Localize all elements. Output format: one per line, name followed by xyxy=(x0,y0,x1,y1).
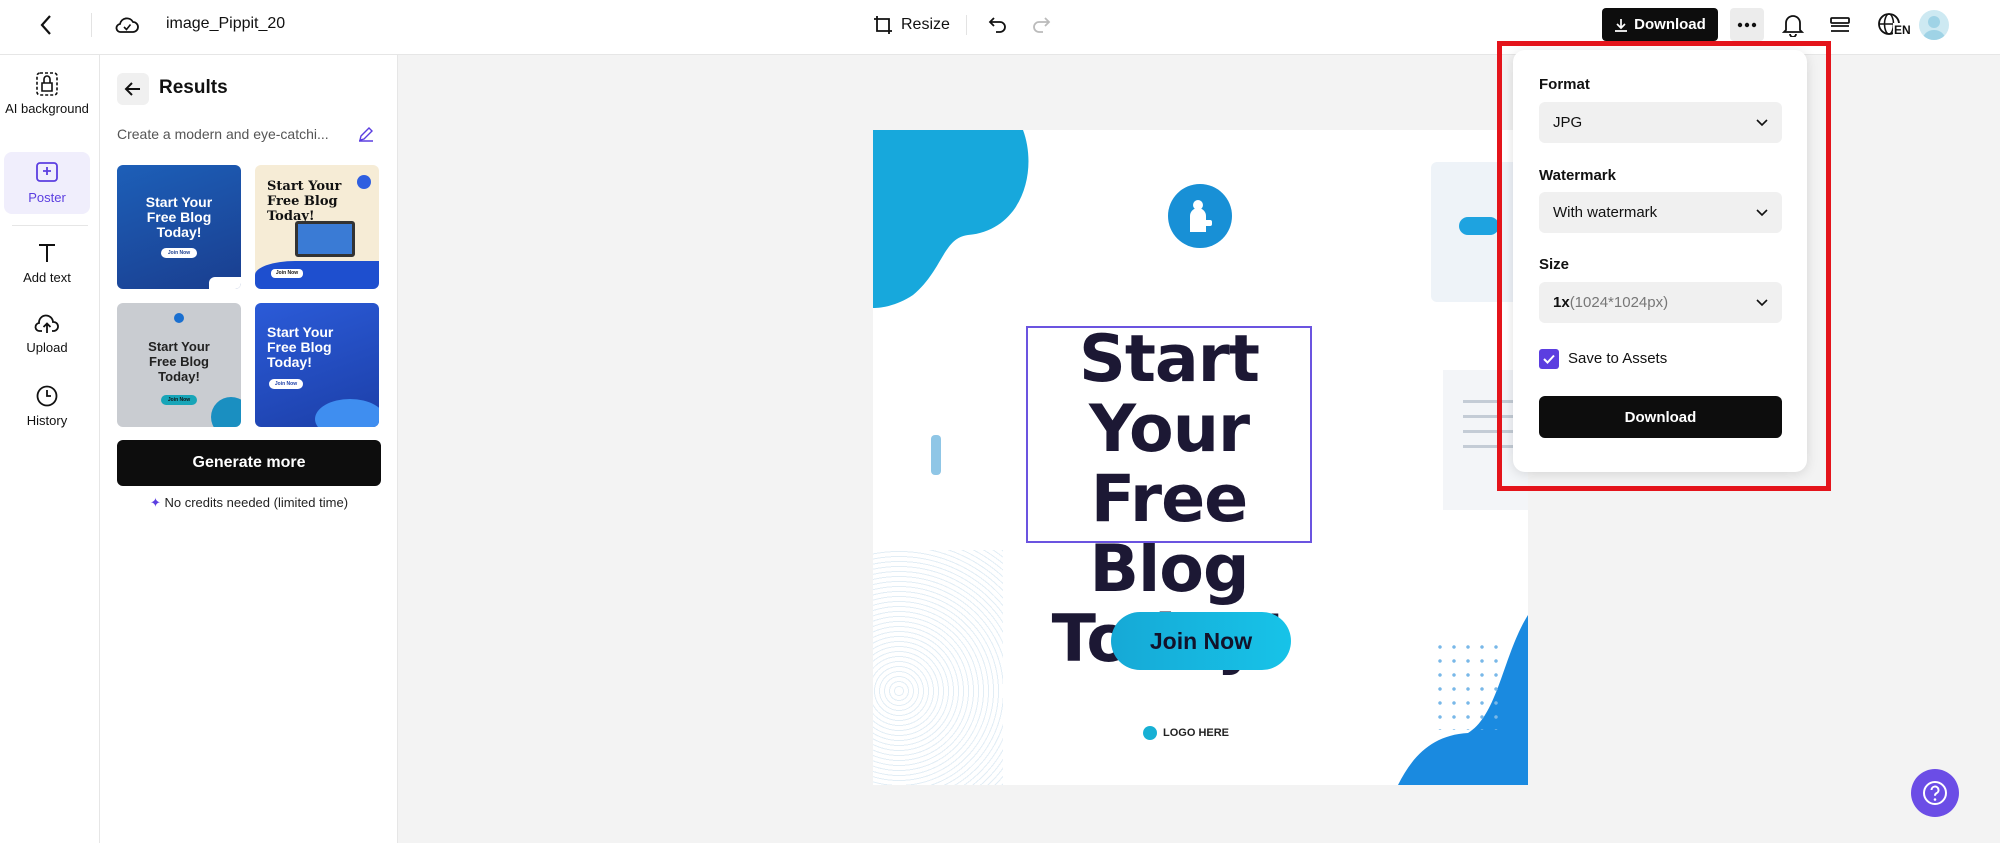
help-button[interactable] xyxy=(1911,769,1959,817)
rail-label: Poster xyxy=(28,190,66,205)
annotation-highlight-box xyxy=(1497,41,1831,491)
poster-canvas[interactable]: Start Your Free Blog Today! Join Now LOG… xyxy=(873,130,1528,785)
selection-box[interactable] xyxy=(1026,326,1312,543)
resize-label: Resize xyxy=(901,16,950,33)
redo-icon[interactable] xyxy=(1029,13,1053,37)
prompt-text[interactable]: Create a modern and eye-catchi... xyxy=(117,126,347,142)
download-top-label: Download xyxy=(1634,16,1706,33)
results-back-button[interactable] xyxy=(117,73,149,105)
rail-item-ai-background[interactable]: AI background xyxy=(4,71,90,131)
thumb-corner-decoration xyxy=(209,277,241,289)
rail-label: History xyxy=(26,413,68,428)
clock-icon xyxy=(36,385,58,407)
generate-more-button[interactable]: Generate more xyxy=(117,440,381,486)
arrow-left-icon xyxy=(124,82,140,96)
cloud-sync-icon[interactable] xyxy=(113,13,141,37)
poster-icon xyxy=(36,162,58,182)
rail-label: Upload xyxy=(26,340,68,355)
results-title: Results xyxy=(159,77,228,98)
result-thumbnail-1[interactable]: Start Your Free Blog Today! Join Now xyxy=(117,165,241,289)
text-icon xyxy=(39,244,55,262)
thumb-title: Start Your Free Blog Today! xyxy=(267,324,334,370)
credits-text: No credits needed (limited time) xyxy=(164,495,349,510)
thumb-blob xyxy=(315,399,379,427)
poster-blob-top-left xyxy=(873,130,1029,308)
thumb-cta: Join Now xyxy=(161,395,197,405)
rail-item-upload[interactable]: Upload xyxy=(4,313,90,363)
person-icon xyxy=(1190,200,1212,232)
thumb-laptop-illustration xyxy=(295,221,355,257)
poster-logo[interactable]: LOGO HERE xyxy=(1143,726,1229,740)
sparkle-icon: ✦ xyxy=(149,495,161,510)
logo-circle-icon xyxy=(1143,726,1157,740)
more-dots-icon xyxy=(1737,22,1757,27)
thumb-title: Start Your Free Blog Today! xyxy=(267,179,342,224)
illustration-cloud xyxy=(1459,217,1499,235)
result-thumbnail-3[interactable]: Start Your Free Blog Today! Join Now xyxy=(117,303,241,427)
left-rail: AI background Poster Add text Upload His… xyxy=(0,55,100,843)
thumb-badge-icon xyxy=(357,175,371,189)
help-question-icon xyxy=(1923,781,1947,805)
topbar-divider xyxy=(91,13,92,37)
thumb-badge-icon xyxy=(174,313,184,323)
thumb-blob xyxy=(211,397,241,427)
undo-icon[interactable] xyxy=(986,13,1010,37)
ai-background-icon xyxy=(36,72,58,96)
thumb-cta: Join Now xyxy=(271,269,303,278)
language-code: EN xyxy=(1893,23,1912,37)
notification-bell-icon[interactable] xyxy=(1780,11,1806,39)
topbar-divider xyxy=(966,15,967,35)
result-thumbnail-4[interactable]: Start Your Free Blog Today! Join Now xyxy=(255,303,379,427)
resize-button[interactable]: Resize xyxy=(873,12,950,38)
poster-dot-grid xyxy=(1433,640,1503,730)
poster-join-button[interactable]: Join Now xyxy=(1111,612,1291,670)
resize-icon xyxy=(874,16,892,34)
rail-label: AI background xyxy=(5,101,89,116)
avatar[interactable] xyxy=(1919,10,1949,40)
rail-label: Add text xyxy=(23,270,71,285)
thumb-cta: Join Now xyxy=(269,379,303,389)
rail-item-history[interactable]: History xyxy=(4,384,90,434)
thumb-title: Start Your Free Blog Today! xyxy=(145,194,213,240)
language-globe-icon[interactable]: EN xyxy=(1872,10,1912,40)
thumb-cta: Join Now xyxy=(161,248,197,258)
edit-pencil-icon[interactable] xyxy=(358,126,374,147)
back-chevron-icon[interactable] xyxy=(34,12,58,38)
result-thumbnail-2[interactable]: Start Your Free Blog Today! Join Now xyxy=(255,165,379,289)
thumb-title: Start Your Free Blog Today! xyxy=(148,339,210,384)
download-button-top[interactable]: Download xyxy=(1602,8,1718,41)
stack-layers-icon[interactable] xyxy=(1827,12,1853,38)
rail-divider xyxy=(12,225,88,226)
download-icon xyxy=(1615,18,1628,32)
logo-text: LOGO HERE xyxy=(1163,727,1230,739)
rail-item-add-text[interactable]: Add text xyxy=(4,242,90,292)
illustration-figure xyxy=(931,435,941,475)
poster-line-pattern xyxy=(873,550,1003,785)
results-panel: Results Create a modern and eye-catchi..… xyxy=(100,55,398,843)
poster-person-illustration xyxy=(903,420,983,490)
upload-cloud-icon xyxy=(34,314,59,333)
more-options-button[interactable] xyxy=(1730,8,1764,41)
rail-item-poster[interactable]: Poster xyxy=(4,152,90,214)
file-name[interactable]: image_Pippit_20 xyxy=(166,15,285,33)
poster-top-circle-icon xyxy=(1168,184,1232,248)
credits-note: ✦ No credits needed (limited time) xyxy=(117,495,381,511)
